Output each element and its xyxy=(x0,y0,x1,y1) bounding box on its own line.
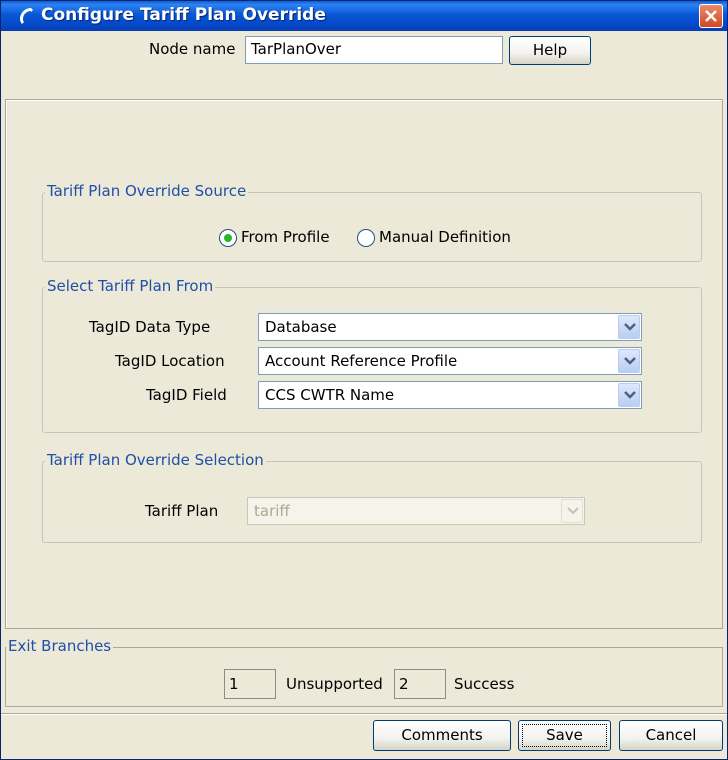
exit-branches-legend: Exit Branches xyxy=(6,637,114,655)
tagid-data-type-value: Database xyxy=(265,318,337,336)
title-bar[interactable]: Configure Tariff Plan Override xyxy=(1,1,727,31)
help-button[interactable]: Help xyxy=(509,36,591,65)
select-tariff-plan-legend: Select Tariff Plan From xyxy=(45,277,216,295)
manual-definition-radio[interactable] xyxy=(357,229,375,247)
override-selection-legend: Tariff Plan Override Selection xyxy=(45,451,266,469)
override-selection-group: Tariff Plan Override Selection Tariff Pl… xyxy=(42,451,702,543)
tagid-field-select[interactable]: CCS CWTR Name xyxy=(258,381,642,409)
tagid-field-label: TagID Field xyxy=(146,386,227,404)
tagid-location-label: TagID Location xyxy=(115,352,225,370)
tagid-location-select[interactable]: Account Reference Profile xyxy=(258,347,642,375)
tariff-plan-label: Tariff Plan xyxy=(145,502,219,520)
phone-handset-icon xyxy=(15,5,37,27)
configure-tariff-plan-override-dialog: Configure Tariff Plan Override Node name… xyxy=(0,0,728,760)
window-title: Configure Tariff Plan Override xyxy=(41,5,326,25)
chevron-down-icon[interactable] xyxy=(618,383,640,407)
node-name-label: Node name xyxy=(149,40,236,58)
override-source-legend: Tariff Plan Override Source xyxy=(45,182,249,200)
tagid-field-value: CCS CWTR Name xyxy=(265,386,395,404)
tagid-data-type-select[interactable]: Database xyxy=(258,313,642,341)
footer-separator xyxy=(1,713,727,715)
exit-branch-name: Success xyxy=(454,675,515,693)
tariff-plan-value: tariff xyxy=(254,502,290,520)
close-icon[interactable] xyxy=(699,4,723,28)
exit-branch-number: 1 xyxy=(224,669,276,699)
from-profile-label[interactable]: From Profile xyxy=(241,228,330,246)
chevron-down-icon[interactable] xyxy=(618,315,640,339)
cancel-button[interactable]: Cancel xyxy=(619,720,723,751)
tariff-plan-select[interactable]: tariff xyxy=(247,497,585,525)
save-button[interactable]: Save xyxy=(518,720,611,751)
manual-definition-label[interactable]: Manual Definition xyxy=(379,228,511,246)
main-panel: Tariff Plan Override Source From Profile… xyxy=(5,99,723,629)
tagid-data-type-label: TagID Data Type xyxy=(89,318,211,336)
tagid-location-value: Account Reference Profile xyxy=(265,352,458,370)
exit-branch-number: 2 xyxy=(394,669,446,699)
select-tariff-plan-group: Select Tariff Plan From TagID Data Type … xyxy=(42,277,702,433)
node-name-value: TarPlanOver xyxy=(251,40,342,58)
node-name-input[interactable]: TarPlanOver xyxy=(245,36,503,64)
exit-branch-name: Unsupported xyxy=(286,675,383,693)
exit-branches-group: Exit Branches 1 Unsupported 2 Success xyxy=(5,637,723,707)
from-profile-radio[interactable] xyxy=(219,229,237,247)
comments-button[interactable]: Comments xyxy=(373,720,511,751)
chevron-down-icon xyxy=(561,499,583,523)
chevron-down-icon[interactable] xyxy=(618,349,640,373)
override-source-group: Tariff Plan Override Source From Profile… xyxy=(42,182,702,262)
